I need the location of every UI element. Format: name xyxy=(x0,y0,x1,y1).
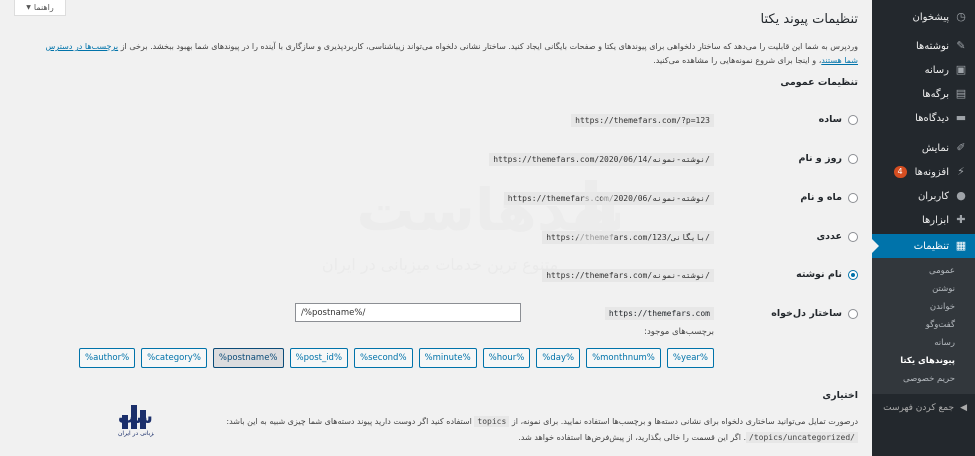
section-heading-optional: اختیاری xyxy=(822,390,858,401)
radio-numeric[interactable] xyxy=(848,231,858,242)
radio-day-name[interactable] xyxy=(848,153,858,164)
submenu-item-reading[interactable]: خواندن xyxy=(872,298,975,316)
option-label: ساده xyxy=(818,114,842,125)
submenu-item-general[interactable]: عمومی xyxy=(872,262,975,280)
tag-button[interactable]: %category% xyxy=(141,348,207,368)
menu-item-label: پیشخوان xyxy=(912,11,949,23)
menu-item-label: نوشته‌ها xyxy=(915,40,949,52)
tag-button[interactable]: %author% xyxy=(79,348,136,368)
watermark-tagline: متنوع ترین خدمات میزبانی در ایران xyxy=(322,255,558,275)
menu-item-label: تنظیمات xyxy=(913,240,949,252)
intro-body: وردپرس به شما این قابلیت را می‌دهد که سا… xyxy=(120,42,858,51)
custom-base-url: https://themefars.com xyxy=(604,307,714,320)
menu-item-label: ابزارها xyxy=(921,214,949,226)
code-topics: topics xyxy=(474,416,510,427)
option-label: عددی xyxy=(816,231,842,242)
menu-item-media[interactable]: ▣ رسانه xyxy=(872,58,975,82)
admin-sidebar: ◷ پیشخوان ✎ نوشته‌ها ▣ رسانه ▤ برگه‌ها ▬… xyxy=(872,0,975,456)
menu-item-label: برگه‌ها xyxy=(922,88,949,100)
pin-icon: ✎ xyxy=(956,39,966,52)
main-content: راهنما ▼ تنظیمات پیوند یکتا وردپرس به شم… xyxy=(0,0,872,456)
collapse-menu-label: جمع کردن فهرست xyxy=(883,403,955,413)
custom-structure-input[interactable] xyxy=(295,303,521,322)
option-label: ماه و نام xyxy=(800,192,842,203)
optional-text-part: استفاده کنید اگر دوست دارید پیوند دسته‌ه… xyxy=(226,417,472,426)
settings-submenu: عمومی نوشتن خواندن گفت‌وگو رسانه پیوندها… xyxy=(872,258,975,394)
intro-text: وردپرس به شما این قابلیت را می‌دهد که سا… xyxy=(32,40,858,68)
submenu-item-permalinks[interactable]: پیوندهای یکتا xyxy=(872,352,975,370)
tag-button[interactable]: %hour% xyxy=(482,348,531,368)
tag-button[interactable]: %second% xyxy=(354,348,413,368)
tag-button[interactable]: %monthnum% xyxy=(586,348,661,368)
menu-item-label: افزونه‌ها xyxy=(914,166,949,178)
menu-item-appearance[interactable]: ✐ نمایش xyxy=(872,136,975,160)
logo-tagline: متنوع ترین خدمات میزبانی در ایران xyxy=(118,430,154,437)
dashboard-icon: ◷ xyxy=(956,10,966,23)
submenu-item-writing[interactable]: نوشتن xyxy=(872,280,975,298)
wrench-icon: ✚ xyxy=(956,213,966,226)
menu-item-label: رسانه xyxy=(924,64,949,76)
section-heading-general: تنظیمات عمومی xyxy=(780,77,858,88)
help-tab-button[interactable]: راهنما ▼ xyxy=(14,0,66,16)
dropdown-arrow-icon: ▼ xyxy=(26,4,31,11)
optional-description: درصورت تمایل می‌توانید ساختاری دلخواه بر… xyxy=(138,414,858,446)
brand-logo: مشهدهاست متنوع ترین خدمات میزبانی در ایر… xyxy=(118,405,154,437)
collapse-menu-button[interactable]: ◀ جمع کردن فهرست xyxy=(872,394,975,422)
menu-item-settings[interactable]: ▦ تنظیمات xyxy=(872,234,975,258)
tag-button[interactable]: %year% xyxy=(666,348,714,368)
menu-item-pages[interactable]: ▤ برگه‌ها xyxy=(872,82,975,106)
radio-custom-structure[interactable] xyxy=(848,308,858,319)
menu-item-posts[interactable]: ✎ نوشته‌ها xyxy=(872,34,975,58)
plugin-icon: ⚡ xyxy=(957,165,965,178)
page-title: تنظیمات پیوند یکتا xyxy=(760,12,859,27)
radio-post-name[interactable] xyxy=(848,269,858,280)
example-url-day-name: https://themefars.com/2020/06/14/نوشته-ن… xyxy=(489,153,714,166)
available-tags-label: برچسب‌های موجود: xyxy=(644,327,714,337)
brush-icon: ✐ xyxy=(956,141,966,154)
tag-button-selected[interactable]: %postname% xyxy=(212,348,284,368)
optional-text-part: درصورت تمایل می‌توانید ساختاری دلخواه بر… xyxy=(511,417,858,426)
menu-item-users[interactable]: ● کاربران xyxy=(872,184,975,208)
watermark-logo: مشهدهاست متنوع ترین خدمات میزبانی در ایر… xyxy=(322,176,620,275)
option-label: نام نوشته xyxy=(796,269,842,280)
radio-plain[interactable] xyxy=(848,114,858,125)
comment-icon: ▬ xyxy=(955,111,967,124)
menu-item-dashboard[interactable]: ◷ پیشخوان xyxy=(872,0,975,34)
menu-item-tools[interactable]: ✚ ابزارها xyxy=(872,208,975,232)
example-url-numeric: https://themefars.com/123/بایگانی/ xyxy=(542,231,714,244)
media-icon: ▣ xyxy=(955,63,967,76)
menu-item-label: نمایش xyxy=(921,142,949,154)
tag-button[interactable]: %minute% xyxy=(418,348,477,368)
radio-month-name[interactable] xyxy=(848,192,858,203)
submenu-item-media[interactable]: رسانه xyxy=(872,334,975,352)
example-url-month-name: https://themefars.com/2020/06/نوشته-نمون… xyxy=(503,192,714,205)
code-topics-url: /topics/uncategorized/ xyxy=(746,432,858,443)
tag-button[interactable]: %day% xyxy=(536,348,581,368)
intro-tail: ، و اینجا برای شروع نمونه‌هایی را مشاهده… xyxy=(653,56,822,65)
submenu-item-privacy[interactable]: حریم خصوصی xyxy=(872,370,975,388)
settings-icon: ▦ xyxy=(955,239,967,252)
example-url-post-name: https://themefars.com/نوشته-نمونه/ xyxy=(542,269,714,282)
submenu-item-discussion[interactable]: گفت‌وگو xyxy=(872,316,975,334)
user-icon: ● xyxy=(956,189,966,202)
example-url-plain: https://themefars.com/?p=123 xyxy=(571,114,714,127)
option-label: ساختار دل‌خواه xyxy=(771,308,842,319)
menu-item-plugins[interactable]: ⚡ افزونه‌ها 4 xyxy=(872,160,975,184)
optional-text-part: . اگر این قسمت را خالی بگذارید، از پیش‌ف… xyxy=(518,433,747,442)
collapse-arrow-icon: ◀ xyxy=(960,403,967,413)
help-tab-label: راهنما xyxy=(33,3,54,12)
available-tags: %year% %monthnum% %day% %hour% %minute% … xyxy=(79,348,714,368)
menu-item-label: کاربران xyxy=(917,190,949,202)
option-label: روز و نام xyxy=(798,153,842,164)
tag-button[interactable]: %post_id% xyxy=(289,348,349,368)
update-count-badge: 4 xyxy=(893,166,907,178)
logo-brand: مشهدهاست xyxy=(118,408,154,428)
menu-item-comments[interactable]: ▬ دیدگاه‌ها xyxy=(872,106,975,130)
menu-item-label: دیدگاه‌ها xyxy=(915,112,949,124)
page-icon: ▤ xyxy=(955,87,967,100)
